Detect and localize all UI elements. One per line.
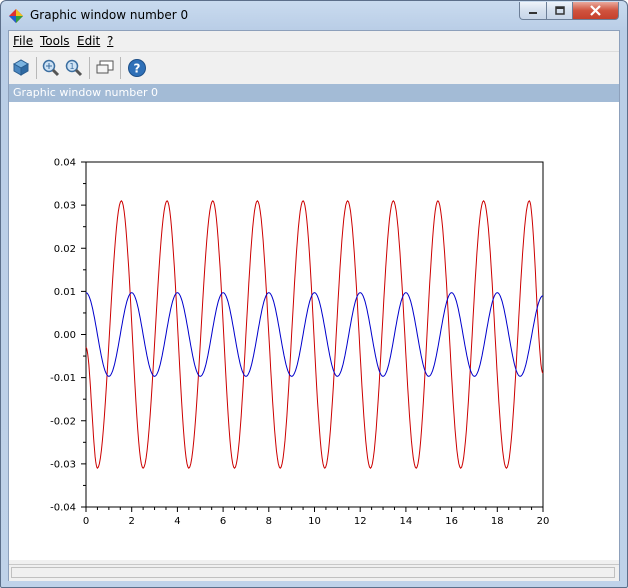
y-tick-label: -0.01 bbox=[50, 373, 76, 384]
title-bar[interactable]: Graphic window number 0 bbox=[1, 1, 627, 31]
plot-frame bbox=[85, 161, 544, 508]
x-tick-label: 0 bbox=[83, 516, 89, 527]
unzoom-icon: 1 bbox=[65, 59, 83, 77]
status-bar bbox=[9, 564, 619, 581]
x-tick-label: 12 bbox=[354, 516, 367, 527]
series-line-0 bbox=[85, 199, 544, 470]
y-tick-label: 0.01 bbox=[54, 287, 76, 298]
x-tick-label: 14 bbox=[400, 516, 413, 527]
minimize-button[interactable] bbox=[519, 2, 547, 20]
menu-tools-label: Tools bbox=[40, 34, 70, 48]
status-field bbox=[11, 567, 615, 578]
y-tick-label: 0.00 bbox=[54, 330, 76, 341]
menu-file-label: File bbox=[13, 34, 34, 48]
y-tick-label: -0.04 bbox=[50, 503, 76, 514]
maximize-button[interactable] bbox=[546, 2, 573, 20]
close-button[interactable] bbox=[572, 2, 619, 20]
svg-text:?: ? bbox=[134, 62, 141, 76]
x-tick-label: 2 bbox=[129, 516, 135, 527]
minimize-icon bbox=[529, 11, 537, 14]
y-tick-label: 0.03 bbox=[54, 201, 76, 212]
menu-edit[interactable]: Edit bbox=[77, 34, 100, 48]
help-icon: ? bbox=[128, 59, 146, 77]
y-tick-label: 0.04 bbox=[54, 158, 76, 169]
x-tick-label: 4 bbox=[174, 516, 180, 527]
plot-canvas[interactable]: 0 2 4 6 8 10 12 14 16 18 20 -0.04 -0.03 -0.02 -0.01 0.0… bbox=[9, 102, 619, 560]
x-tick-label: 10 bbox=[308, 516, 321, 527]
toolbar-separator bbox=[36, 57, 37, 79]
y-tick-label: -0.03 bbox=[50, 459, 76, 470]
zoom-button[interactable] bbox=[40, 57, 62, 79]
toolbar-separator bbox=[120, 57, 121, 79]
toolbar: 1 ? bbox=[9, 51, 619, 84]
datatip-icon bbox=[96, 60, 114, 74]
line-chart: 0 2 4 6 8 10 12 14 16 18 20 -0.04 -0.03 -0.02 -0.01 0.0… bbox=[50, 158, 550, 528]
x-tick-label: 16 bbox=[445, 516, 458, 527]
unzoom-button[interactable]: 1 bbox=[63, 57, 85, 79]
menu-help-label: ? bbox=[107, 34, 114, 48]
x-tick-label: 20 bbox=[537, 516, 550, 527]
zoom-icon bbox=[42, 59, 60, 77]
menu-edit-label: Edit bbox=[77, 34, 101, 48]
svg-text:1: 1 bbox=[69, 62, 74, 71]
graphic-window: Graphic window number 0 File Tools Edit … bbox=[0, 0, 628, 588]
figure-title-bar: Graphic window number 0 bbox=[9, 84, 619, 102]
menu-help[interactable]: ? bbox=[107, 34, 113, 48]
toolbar-separator bbox=[89, 57, 90, 79]
series-line-1 bbox=[85, 292, 544, 377]
menu-file[interactable]: File bbox=[13, 34, 33, 48]
menu-bar: File Tools Edit ? bbox=[9, 31, 619, 51]
scilab-app-icon bbox=[9, 9, 23, 23]
window-title: Graphic window number 0 bbox=[30, 8, 189, 22]
x-tick-label: 8 bbox=[266, 516, 272, 527]
window-client-area: File Tools Edit ? 1 ? Graphic window num… bbox=[8, 30, 620, 581]
x-tick-label: 6 bbox=[220, 516, 226, 527]
y-tick-label: -0.02 bbox=[50, 416, 76, 427]
rotate-button[interactable] bbox=[10, 57, 32, 79]
x-tick-label: 18 bbox=[491, 516, 504, 527]
datatip-button[interactable] bbox=[94, 57, 116, 79]
menu-tools[interactable]: Tools bbox=[40, 34, 70, 48]
help-button[interactable]: ? bbox=[126, 57, 148, 79]
close-icon bbox=[590, 5, 601, 16]
y-tick-label: 0.02 bbox=[54, 244, 76, 255]
rotate-icon bbox=[12, 59, 30, 76]
maximize-icon bbox=[554, 5, 565, 15]
